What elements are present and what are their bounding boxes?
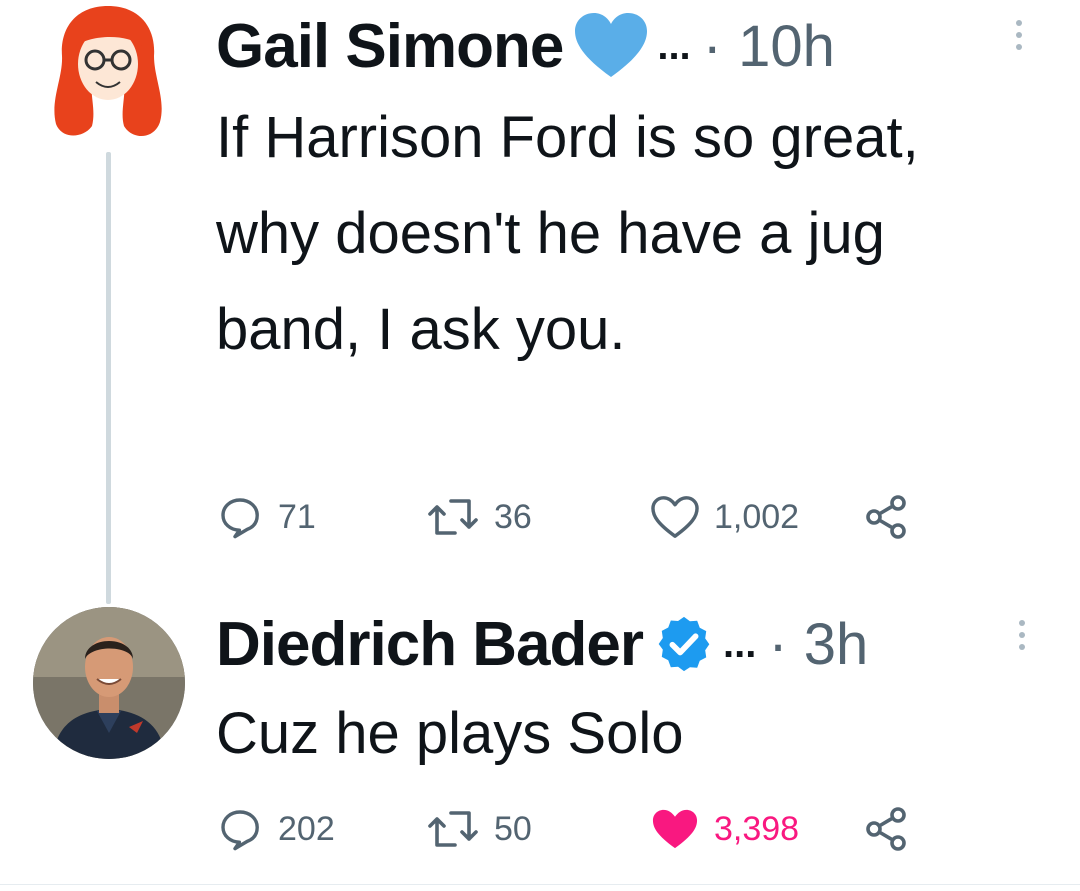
more-options-icon[interactable] <box>1019 620 1025 650</box>
retweet-icon <box>428 499 478 535</box>
like-button[interactable]: 1,002 <box>650 489 799 545</box>
verified-badge-icon <box>653 613 715 675</box>
author-name[interactable]: Gail Simone <box>216 11 564 82</box>
heart-outline-icon <box>651 496 699 538</box>
avatar-diedrich-bader[interactable] <box>33 607 185 759</box>
more-options-icon[interactable] <box>1016 20 1022 50</box>
divider <box>0 884 1080 885</box>
tweet-header: Diedrich Bader ... · 3h <box>216 606 868 682</box>
reply-icon <box>221 810 259 851</box>
like-count: 3,398 <box>714 809 800 848</box>
reply-icon <box>221 498 259 539</box>
retweet-count: 36 <box>494 497 532 536</box>
timestamp[interactable]: · 10h <box>703 13 835 80</box>
heart-badge-icon <box>573 13 649 79</box>
like-count: 1,002 <box>714 497 800 536</box>
share-icon <box>866 807 906 851</box>
heart-filled-icon <box>652 809 698 849</box>
reply-count: 202 <box>278 809 335 848</box>
reply-button[interactable]: 71 <box>216 489 316 545</box>
tweet-header: Gail Simone ... · 10h <box>216 5 835 87</box>
author-name[interactable]: Diedrich Bader <box>216 609 644 680</box>
retweet-button[interactable]: 36 <box>426 489 532 545</box>
name-truncation: ... <box>657 23 691 68</box>
retweet-icon <box>428 811 478 847</box>
tweet-text: Cuz he plays Solo <box>216 701 684 766</box>
share-button[interactable] <box>862 801 910 857</box>
name-truncation: ... <box>723 621 757 666</box>
reply-count: 71 <box>278 497 316 536</box>
share-icon <box>866 495 906 539</box>
like-button[interactable]: 3,398 <box>650 801 799 857</box>
thread-connector <box>106 152 111 604</box>
retweet-button[interactable]: 50 <box>426 801 532 857</box>
reply-button[interactable]: 202 <box>216 801 335 857</box>
share-button[interactable] <box>862 489 910 545</box>
retweet-count: 50 <box>494 809 532 848</box>
tweet-text: If Harrison Ford is so great, why doesn'… <box>216 105 919 362</box>
timestamp[interactable]: · 3h <box>768 611 868 678</box>
avatar-gail-simone[interactable] <box>32 0 184 152</box>
